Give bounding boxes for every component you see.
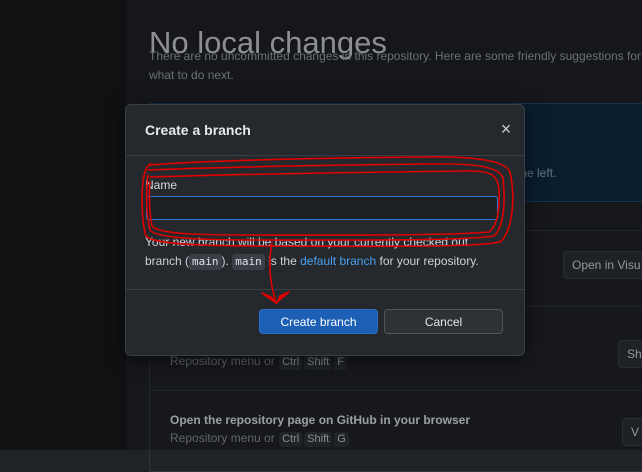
dialog-header: Create a branch × bbox=[126, 105, 524, 156]
desc-text-2: ). bbox=[221, 254, 229, 268]
name-label: Name bbox=[145, 178, 178, 192]
create-branch-dialog: Create a branch × Name Your new branch w… bbox=[125, 104, 525, 356]
close-icon[interactable]: × bbox=[496, 119, 516, 139]
branch-code: main bbox=[189, 254, 222, 270]
dialog-title: Create a branch bbox=[145, 122, 251, 138]
default-branch-link[interactable]: default branch bbox=[300, 254, 376, 268]
desc-text-4: for your repository. bbox=[379, 254, 479, 268]
dialog-description: Your new branch will be based on your cu… bbox=[145, 233, 505, 271]
branch-name-input[interactable] bbox=[146, 196, 498, 220]
create-branch-button[interactable]: Create branch bbox=[259, 309, 378, 334]
dialog-footer-divider bbox=[126, 289, 524, 291]
desc-text-3: is the bbox=[268, 254, 297, 268]
cancel-button[interactable]: Cancel bbox=[384, 309, 503, 334]
branch-code-2: main bbox=[232, 254, 265, 270]
